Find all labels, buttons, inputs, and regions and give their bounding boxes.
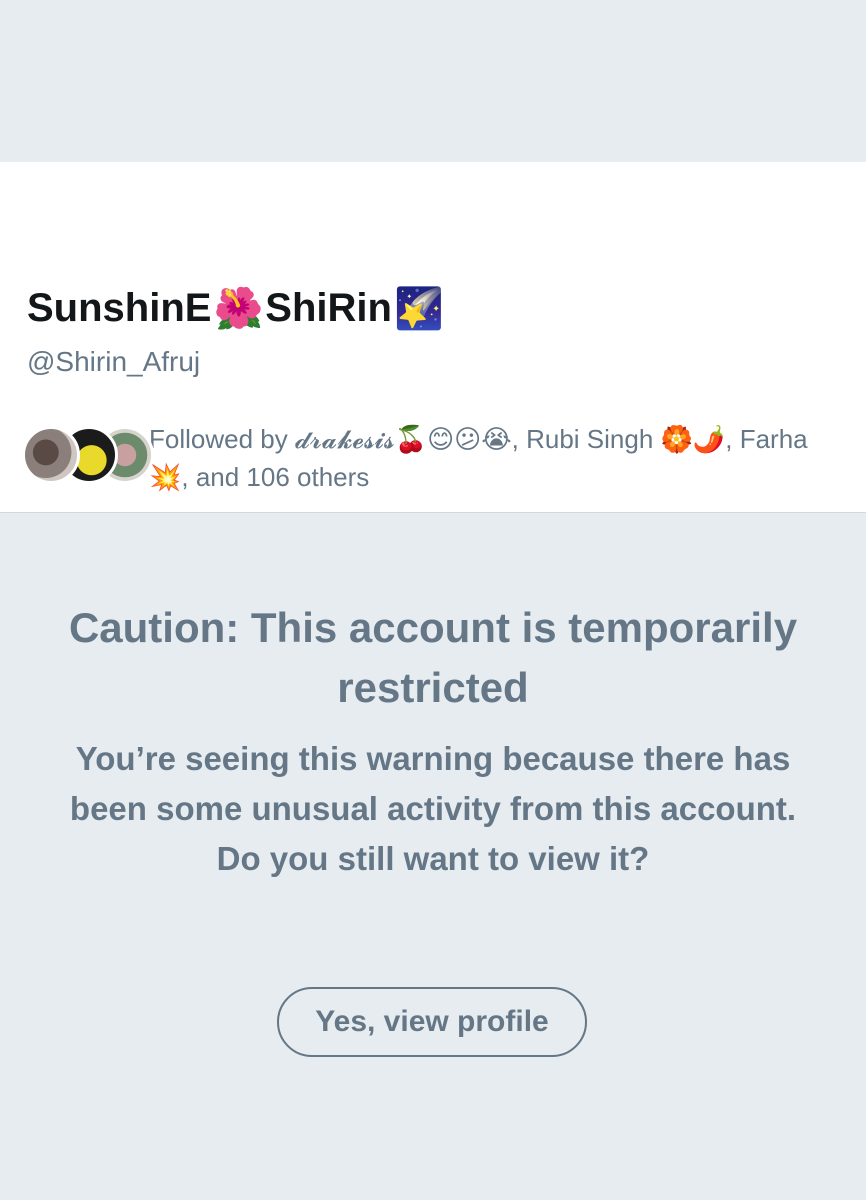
view-profile-button[interactable]: Yes, view profile <box>277 987 587 1057</box>
followed-by-section[interactable]: Followed by 𝓭𝓻𝓪𝓴𝓮𝓼𝓲𝓼🍒😊😕😭, Rubi Singh 🏵️🌶… <box>22 420 842 500</box>
hibiscus-icon: 🌺 <box>213 285 264 332</box>
profile-name: SunshinE 🌺 ShiRin 🌠 <box>27 280 444 336</box>
follower-avatar <box>22 426 80 484</box>
warning-body: You’re seeing this warning because there… <box>69 740 797 877</box>
avatar-mask <box>0 162 866 282</box>
shooting-star-icon: 🌠 <box>393 285 444 332</box>
profile-name-part2: ShiRin <box>265 285 392 330</box>
profile-name-part1: SunshinE <box>27 285 212 330</box>
restriction-warning: Caution: This account is temporarily res… <box>60 598 806 884</box>
profile-handle: @Shirin_Afruj <box>27 346 201 377</box>
follower-avatars <box>22 426 154 484</box>
warning-title: Caution: This account is temporarily res… <box>68 604 798 711</box>
followed-by-text: Followed by 𝓭𝓻𝓪𝓴𝓮𝓼𝓲𝓼🍒😊😕😭, Rubi Singh 🏵️🌶… <box>149 424 808 492</box>
